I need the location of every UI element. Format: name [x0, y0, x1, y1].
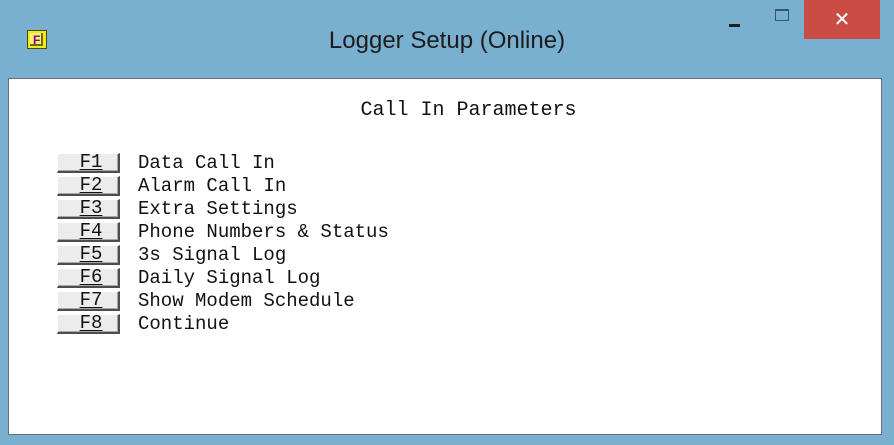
minimize-button[interactable] [712, 0, 758, 39]
f2-button[interactable]: F2 [57, 175, 120, 196]
menu-item-label: 3s Signal Log [138, 243, 287, 266]
menu-item-3s-signal-log[interactable]: F5 3s Signal Log [57, 243, 389, 266]
menu-item-extra-settings[interactable]: F3 Extra Settings [57, 197, 389, 220]
f5-button[interactable]: F5 [57, 244, 120, 265]
f4-button[interactable]: F4 [57, 221, 120, 242]
f6-button[interactable]: F6 [57, 267, 120, 288]
f7-button[interactable]: F7 [57, 290, 120, 311]
client-area: Call In Parameters F1 Data Call In F2 Al… [8, 78, 882, 435]
menu-item-data-call-in[interactable]: F1 Data Call In [57, 151, 389, 174]
app-window: F Logger Setup (Online) ✕ Call In Parame… [0, 0, 894, 445]
close-button[interactable]: ✕ [804, 0, 880, 39]
menu-item-alarm-call-in[interactable]: F2 Alarm Call In [57, 174, 389, 197]
menu-item-continue[interactable]: F8 Continue [57, 312, 389, 335]
menu-item-daily-signal-log[interactable]: F6 Daily Signal Log [57, 266, 389, 289]
title-bar[interactable]: F Logger Setup (Online) ✕ [0, 0, 894, 78]
menu-item-label: Continue [138, 312, 230, 335]
close-icon: ✕ [833, 7, 851, 31]
menu-item-label: Daily Signal Log [138, 266, 321, 289]
menu-item-label: Data Call In [138, 151, 275, 174]
menu-item-show-modem-schedule[interactable]: F7 Show Modem Schedule [57, 289, 389, 312]
f3-button[interactable]: F3 [57, 198, 120, 219]
page-title: Call In Parameters [360, 99, 577, 122]
menu-item-phone-numbers-status[interactable]: F4 Phone Numbers & Status [57, 220, 389, 243]
menu-item-label: Phone Numbers & Status [138, 220, 389, 243]
menu-item-label: Extra Settings [138, 197, 298, 220]
function-key-menu: F1 Data Call In F2 Alarm Call In F3 Extr… [57, 151, 389, 335]
maximize-button[interactable] [758, 0, 804, 39]
f1-button[interactable]: F1 [57, 152, 120, 173]
menu-item-label: Alarm Call In [138, 174, 287, 197]
f8-button[interactable]: F8 [57, 313, 120, 334]
menu-item-label: Show Modem Schedule [138, 289, 355, 312]
